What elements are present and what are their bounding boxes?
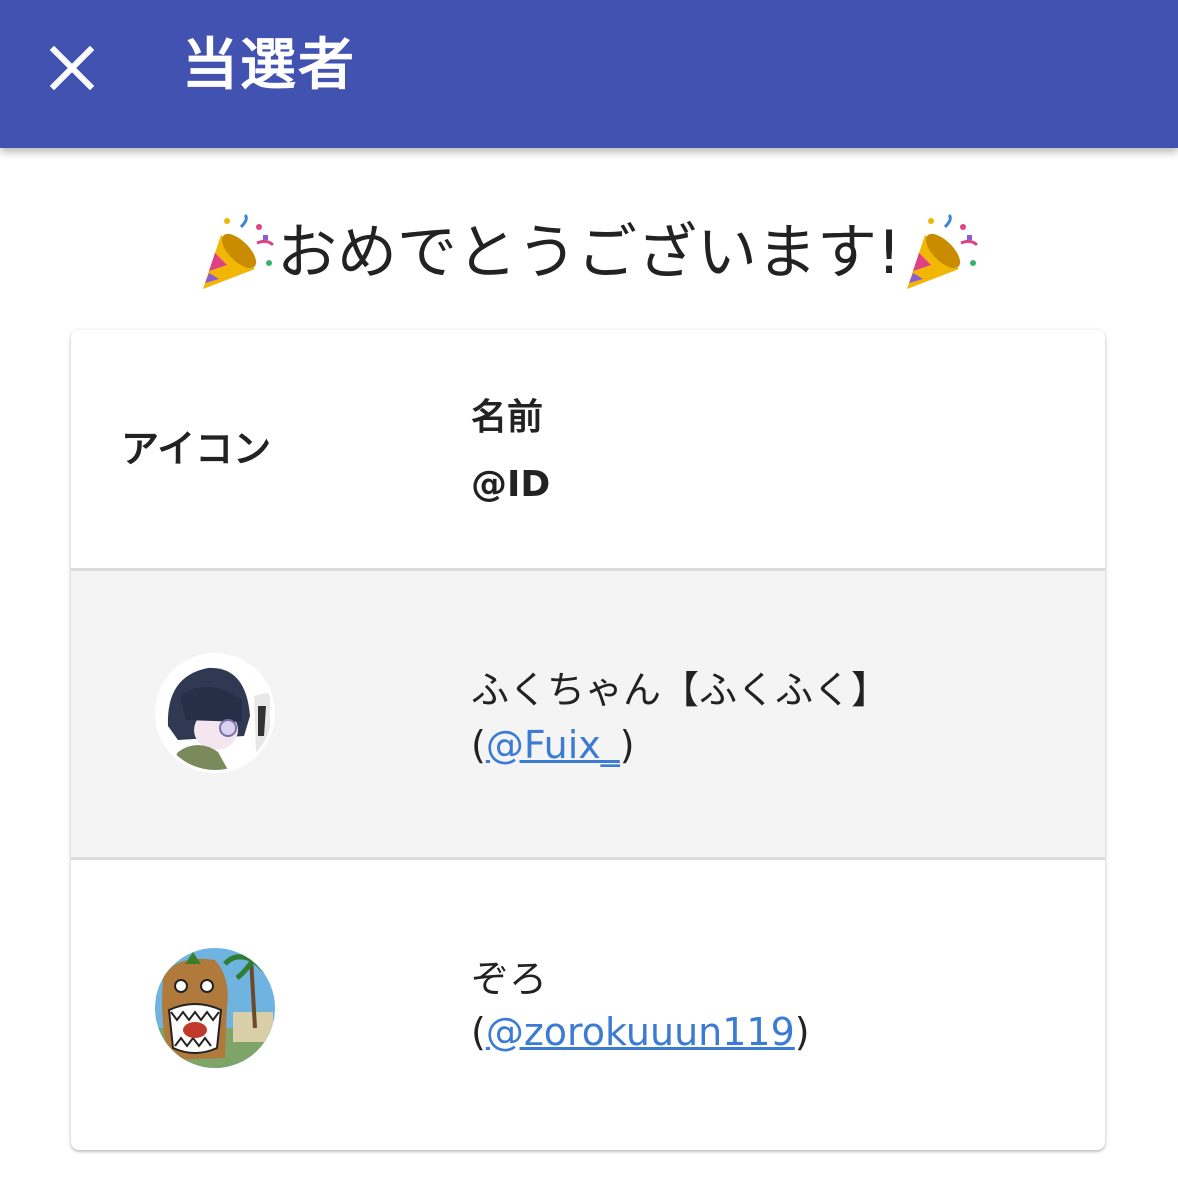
column-header-id: @ID [471,464,551,505]
congrats-text: おめでとうございます! [276,218,902,288]
party-popper-icon [907,213,979,289]
column-header-icon: アイコン [121,427,272,471]
table-header: アイコン 名前 @ID [71,330,1105,571]
paren-close: ) [619,723,635,767]
winner-id: (@Fuix_) [471,723,635,767]
paren-open: ( [471,723,486,767]
party-popper-icon [202,213,275,289]
column-header-name: 名前 [471,397,544,438]
close-icon [50,46,94,90]
winner-name: ぞろ [471,957,548,1001]
table-row: ぞろ (@zorokuuun119) [71,860,1105,1150]
winner-id-link[interactable]: @Fuix_ [486,723,620,767]
avatar [155,948,275,1068]
winner-id-link[interactable]: @zorokuuun119 [486,1010,795,1054]
paren-close: ) [794,1010,810,1054]
avatar [155,653,275,773]
congrats-heading: おめでとうございます! [0,205,1178,301]
app-bar: 当選者 [0,0,1178,148]
winners-table: アイコン 名前 @ID ふくちゃん【ふくふく】 (@Fuix_) ぞろ (@zo… [71,330,1105,1150]
close-button[interactable] [44,40,100,96]
winner-id: (@zorokuuun119) [471,1010,810,1054]
paren-open: ( [471,1010,486,1054]
winner-name: ふくちゃん【ふくふく】 [471,668,890,712]
table-row: ふくちゃん【ふくふく】 (@Fuix_) [71,571,1105,860]
page-title: 当選者 [182,33,356,98]
